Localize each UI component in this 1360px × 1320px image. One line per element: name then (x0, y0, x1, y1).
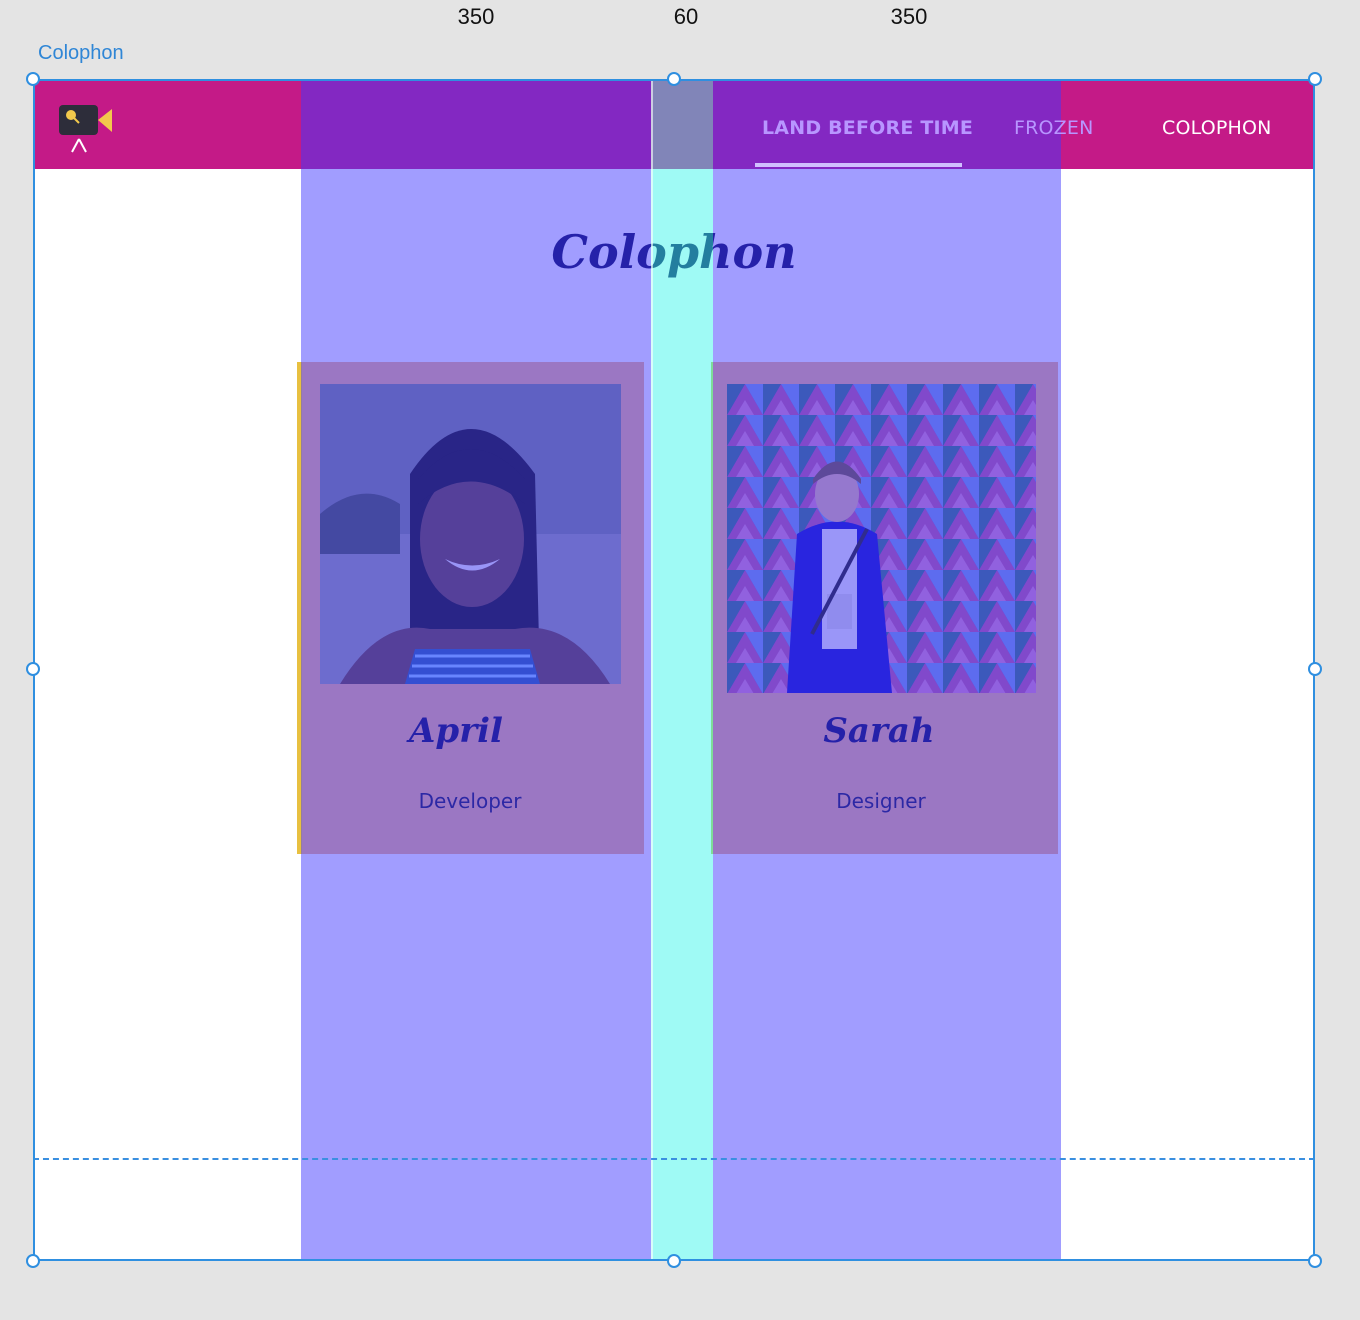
resize-handle-top-left[interactable] (26, 72, 40, 86)
resize-handle-bottom-left[interactable] (26, 1254, 40, 1268)
artboard-label[interactable]: Colophon (38, 42, 124, 65)
viewport-fold-guide (33, 1158, 1315, 1160)
gutter-width-label: 60 (673, 4, 699, 29)
resize-handle-top-right[interactable] (1308, 72, 1322, 86)
artboard[interactable]: LAND BEFORE TIME FROZEN COLOPHON Colopho… (33, 79, 1315, 1261)
camera-logo-icon[interactable] (59, 105, 115, 155)
layout-grid-column-left (301, 79, 651, 1261)
nav-link-land-before-time[interactable]: LAND BEFORE TIME (762, 117, 973, 139)
resize-handle-bottom-right[interactable] (1308, 1254, 1322, 1268)
layout-grid-gutter (651, 79, 713, 1261)
column-width-label-right: 350 (890, 4, 928, 29)
layout-grid-column-right (713, 79, 1061, 1261)
column-width-label-left: 350 (457, 4, 495, 29)
resize-handle-top[interactable] (667, 72, 681, 86)
resize-handle-right[interactable] (1308, 662, 1322, 676)
resize-handle-bottom[interactable] (667, 1254, 681, 1268)
nav-link-frozen[interactable]: FROZEN (1014, 117, 1094, 139)
resize-handle-left[interactable] (26, 662, 40, 676)
nav-link-colophon[interactable]: COLOPHON (1162, 117, 1272, 139)
active-nav-underline (755, 163, 962, 167)
